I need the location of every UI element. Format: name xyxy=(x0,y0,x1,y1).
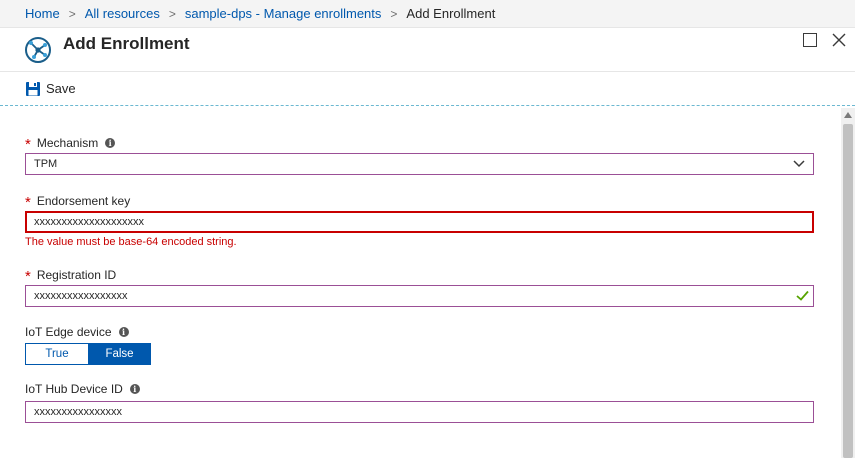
close-icon[interactable] xyxy=(832,33,846,47)
endorsement-key-label-text: Endorsement key xyxy=(36,193,131,208)
maximize-icon[interactable] xyxy=(803,33,817,47)
endorsement-key-input[interactable]: xxxxxxxxxxxxxxxxxxxx xyxy=(25,211,814,233)
info-icon[interactable]: i xyxy=(118,327,129,337)
breadcrumb-separator: > xyxy=(168,6,176,21)
mechanism-label-text: Mechanism xyxy=(36,135,99,150)
registration-id-value: xxxxxxxxxxxxxxxxx xyxy=(34,290,128,302)
scroll-up-icon[interactable] xyxy=(844,112,852,118)
required-mark: * xyxy=(25,268,31,285)
endorsement-key-label: * Endorsement key xyxy=(25,192,131,212)
page-title: Add Enrollment xyxy=(63,34,190,53)
iot-edge-toggle: True False xyxy=(25,343,151,365)
breadcrumb-home-link[interactable]: Home xyxy=(25,6,60,21)
vertical-scrollbar[interactable] xyxy=(841,108,855,458)
breadcrumb: Home > All resources > sample-dps - Mana… xyxy=(0,0,855,28)
floppy-disk-icon xyxy=(26,81,40,96)
dps-icon xyxy=(25,37,51,63)
hub-device-id-value: xxxxxxxxxxxxxxxx xyxy=(34,406,122,418)
save-button-label: Save xyxy=(46,81,76,96)
registration-id-label: * Registration ID xyxy=(25,266,117,286)
hub-device-id-input[interactable]: xxxxxxxxxxxxxxxx xyxy=(25,401,814,423)
mechanism-label: * Mechanism i xyxy=(25,134,116,153)
command-bar: Save xyxy=(0,72,855,106)
required-mark: * xyxy=(25,136,31,153)
mechanism-select[interactable]: TPM xyxy=(25,153,814,175)
endorsement-key-error: The value must be base-64 encoded string… xyxy=(25,236,237,248)
breadcrumb-all-resources-link[interactable]: All resources xyxy=(85,6,160,21)
registration-id-label-text: Registration ID xyxy=(36,267,117,282)
registration-id-input[interactable]: xxxxxxxxxxxxxxxxx xyxy=(25,285,814,307)
iot-edge-false-option[interactable]: False xyxy=(88,343,151,365)
mechanism-value: TPM xyxy=(34,158,58,170)
iot-edge-label: IoT Edge device i xyxy=(25,325,129,339)
breadcrumb-separator: > xyxy=(68,6,76,21)
breadcrumb-current: Add Enrollment xyxy=(406,6,496,21)
info-icon[interactable]: i xyxy=(129,384,140,394)
blade-header: Add Enrollment xyxy=(0,28,855,72)
chevron-down-icon xyxy=(793,160,805,168)
iot-edge-label-text: IoT Edge device xyxy=(25,325,112,339)
breadcrumb-separator: > xyxy=(390,6,398,21)
breadcrumb-manage-enrollments-link[interactable]: sample-dps - Manage enrollments xyxy=(185,6,382,21)
checkmark-icon xyxy=(796,290,809,301)
required-mark: * xyxy=(25,194,31,211)
iot-edge-true-option[interactable]: True xyxy=(25,343,89,365)
hub-device-id-label-text: IoT Hub Device ID xyxy=(25,382,123,396)
hub-device-id-label: IoT Hub Device ID i xyxy=(25,382,140,396)
endorsement-key-value: xxxxxxxxxxxxxxxxxxxx xyxy=(34,216,144,228)
save-button[interactable]: Save xyxy=(25,81,76,97)
info-icon[interactable]: i xyxy=(105,137,116,148)
scrollbar-thumb[interactable] xyxy=(843,124,853,458)
